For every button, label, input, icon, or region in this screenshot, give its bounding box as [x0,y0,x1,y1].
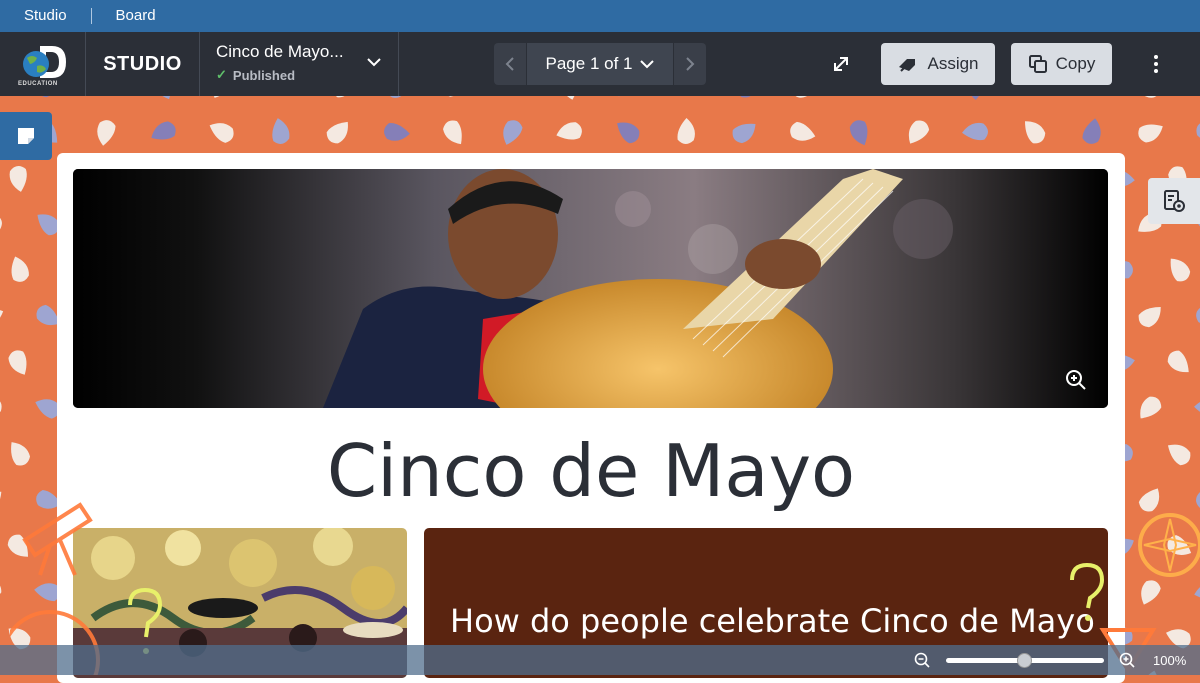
logo-text: EDUCATION [18,81,58,87]
chevron-right-icon [686,57,695,71]
zoom-in-icon[interactable] [1119,652,1135,668]
breadcrumb-board[interactable]: Board [92,0,180,32]
question-text: How do people celebrate Cinco de Mayo [450,602,1095,640]
zoom-out-icon[interactable] [914,652,930,668]
next-page-button[interactable] [674,43,706,85]
expand-icon[interactable] [826,52,856,76]
document-title: Cinco de Mayo... [216,42,344,61]
copy-label: Copy [1055,54,1096,73]
discovery-education-logo[interactable]: EDUCATION [0,32,86,96]
zoom-level: 100% [1153,653,1187,668]
hero-image[interactable] [73,169,1108,408]
assign-label: Assign [927,54,979,73]
zoom-in-icon[interactable] [1065,369,1087,391]
breadcrumb-studio[interactable]: Studio [0,0,91,32]
board-title: Cinco de Mayo [326,429,856,513]
chevron-down-icon [640,60,655,69]
toolbar: EDUCATION STUDIO Cinco de Mayo... ✓ Publ… [0,32,1200,96]
page-label: Page 1 of 1 [545,54,633,73]
document-menu[interactable]: Cinco de Mayo... ✓ Published [200,32,399,96]
copy-button[interactable]: Copy [1011,43,1112,85]
document-settings-button[interactable] [1148,178,1200,224]
sticky-note-icon [18,128,34,144]
page-navigator: Page 1 of 1 [494,43,706,85]
check-icon: ✓ [216,67,227,82]
chevron-down-icon [367,58,381,67]
publish-status-label: Published [232,67,296,83]
zoom-slider-handle[interactable] [1017,653,1032,668]
mariachi-guitar-photo [73,169,1108,408]
chevron-left-icon [505,57,514,71]
board-card: Cinco de Mayo How do people celebrate Ci… [57,153,1125,683]
globe-logo-icon [22,46,66,78]
app-name: STUDIO [86,32,200,96]
more-options-button[interactable] [1144,50,1168,78]
page-select[interactable]: Page 1 of 1 [526,43,674,85]
assign-icon [899,59,916,72]
publish-status: ✓ Published [216,67,382,83]
document-settings-icon [1164,190,1185,212]
breadcrumb-divider [90,8,92,24]
zoom-bar: 100% [0,645,1200,675]
kebab-menu-icon [1154,55,1158,59]
assign-button[interactable]: Assign [881,43,995,85]
previous-page-button[interactable] [494,43,526,85]
breadcrumb: Studio Board [0,0,1200,32]
sticky-note-button[interactable] [0,112,52,160]
copy-icon [1028,55,1047,73]
